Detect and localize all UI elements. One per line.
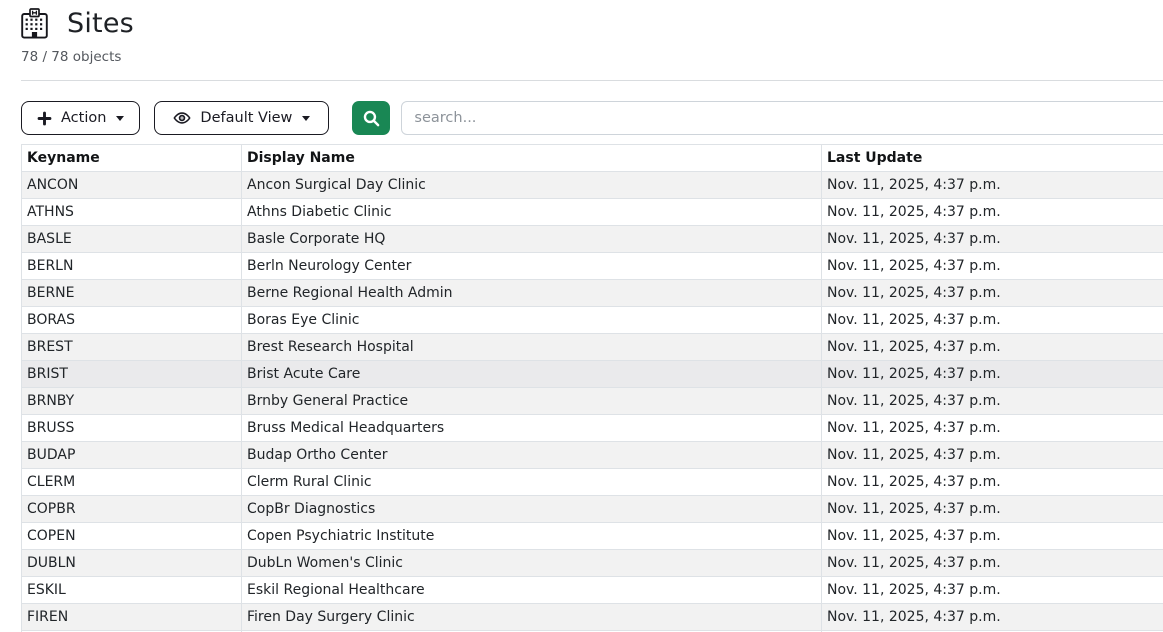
cell-last-update: Nov. 11, 2025, 4:37 p.m. bbox=[822, 415, 1163, 442]
object-count: 78 / 78 objects bbox=[21, 49, 1163, 65]
cell-display-name: Athns Diabetic Clinic bbox=[242, 199, 822, 226]
search-button[interactable] bbox=[352, 101, 390, 135]
cell-display-name: Clerm Rural Clinic bbox=[242, 469, 822, 496]
table-row[interactable]: BERLN Berln Neurology Center Nov. 11, 20… bbox=[22, 253, 1163, 280]
search-icon bbox=[362, 109, 381, 128]
column-header-last-update[interactable]: Last Update bbox=[822, 145, 1163, 172]
table-row[interactable]: ANCON Ancon Surgical Day Clinic Nov. 11,… bbox=[22, 172, 1163, 199]
cell-keyname: BRNBY bbox=[22, 388, 242, 415]
default-view-dropdown-button[interactable]: Default View bbox=[154, 101, 329, 135]
cell-keyname: BERNE bbox=[22, 280, 242, 307]
cell-keyname: BREST bbox=[22, 334, 242, 361]
chevron-down-icon bbox=[302, 116, 310, 121]
table-row[interactable]: COPEN Copen Psychiatric Institute Nov. 1… bbox=[22, 523, 1163, 550]
cell-keyname: COPBR bbox=[22, 496, 242, 523]
table-body: ANCON Ancon Surgical Day Clinic Nov. 11,… bbox=[22, 172, 1163, 632]
cell-display-name: DubLn Women's Clinic bbox=[242, 550, 822, 577]
page-header: Sites bbox=[21, 8, 1163, 39]
cell-last-update: Nov. 11, 2025, 4:37 p.m. bbox=[822, 496, 1163, 523]
sites-page: Sites 78 / 78 objects Action Default Vie… bbox=[0, 0, 1163, 632]
table-row[interactable]: COPBR CopBr Diagnostics Nov. 11, 2025, 4… bbox=[22, 496, 1163, 523]
page-title: Sites bbox=[67, 8, 134, 39]
hospital-building-icon bbox=[21, 8, 48, 39]
cell-last-update: Nov. 11, 2025, 4:37 p.m. bbox=[822, 253, 1163, 280]
cell-last-update: Nov. 11, 2025, 4:37 p.m. bbox=[822, 442, 1163, 469]
cell-last-update: Nov. 11, 2025, 4:37 p.m. bbox=[822, 361, 1163, 388]
table-row[interactable]: ESKIL Eskil Regional Healthcare Nov. 11,… bbox=[22, 577, 1163, 604]
header-divider bbox=[21, 80, 1163, 81]
action-dropdown-button[interactable]: Action bbox=[21, 101, 140, 135]
cell-last-update: Nov. 11, 2025, 4:37 p.m. bbox=[822, 577, 1163, 604]
cell-last-update: Nov. 11, 2025, 4:37 p.m. bbox=[822, 523, 1163, 550]
table-row[interactable]: BRIST Brist Acute Care Nov. 11, 2025, 4:… bbox=[22, 361, 1163, 388]
cell-keyname: BORAS bbox=[22, 307, 242, 334]
table-row[interactable]: BRNBY Brnby General Practice Nov. 11, 20… bbox=[22, 388, 1163, 415]
cell-keyname: BRUSS bbox=[22, 415, 242, 442]
cell-display-name: Brnby General Practice bbox=[242, 388, 822, 415]
chevron-down-icon bbox=[116, 116, 124, 121]
cell-display-name: Firen Day Surgery Clinic bbox=[242, 604, 822, 631]
cell-keyname: BRIST bbox=[22, 361, 242, 388]
cell-display-name: Eskil Regional Healthcare bbox=[242, 577, 822, 604]
cell-display-name: Brist Acute Care bbox=[242, 361, 822, 388]
cell-display-name: Berne Regional Health Admin bbox=[242, 280, 822, 307]
cell-display-name: CopBr Diagnostics bbox=[242, 496, 822, 523]
cell-keyname: ESKIL bbox=[22, 577, 242, 604]
cell-keyname: BUDAP bbox=[22, 442, 242, 469]
action-button-label: Action bbox=[61, 110, 106, 126]
search-input[interactable] bbox=[401, 101, 1163, 135]
cell-keyname: COPEN bbox=[22, 523, 242, 550]
table-row[interactable]: DUBLN DubLn Women's Clinic Nov. 11, 2025… bbox=[22, 550, 1163, 577]
table-row[interactable]: BRUSS Bruss Medical Headquarters Nov. 11… bbox=[22, 415, 1163, 442]
toolbar: Action Default View bbox=[21, 101, 1163, 135]
column-header-keyname[interactable]: Keyname bbox=[22, 145, 242, 172]
cell-display-name: Brest Research Hospital bbox=[242, 334, 822, 361]
table-row[interactable]: ATHNS Athns Diabetic Clinic Nov. 11, 202… bbox=[22, 199, 1163, 226]
cell-display-name: Boras Eye Clinic bbox=[242, 307, 822, 334]
cell-last-update: Nov. 11, 2025, 4:37 p.m. bbox=[822, 550, 1163, 577]
cell-keyname: ANCON bbox=[22, 172, 242, 199]
cell-display-name: Budap Ortho Center bbox=[242, 442, 822, 469]
table-row[interactable]: BORAS Boras Eye Clinic Nov. 11, 2025, 4:… bbox=[22, 307, 1163, 334]
cell-last-update: Nov. 11, 2025, 4:37 p.m. bbox=[822, 334, 1163, 361]
cell-last-update: Nov. 11, 2025, 4:37 p.m. bbox=[822, 280, 1163, 307]
cell-keyname: BERLN bbox=[22, 253, 242, 280]
cell-last-update: Nov. 11, 2025, 4:37 p.m. bbox=[822, 469, 1163, 496]
cell-keyname: CLERM bbox=[22, 469, 242, 496]
cell-keyname: FIREN bbox=[22, 604, 242, 631]
table-row[interactable]: BASLE Basle Corporate HQ Nov. 11, 2025, … bbox=[22, 226, 1163, 253]
table-header-row: Keyname Display Name Last Update bbox=[22, 145, 1163, 172]
plus-icon bbox=[37, 111, 52, 126]
table-row[interactable]: CLERM Clerm Rural Clinic Nov. 11, 2025, … bbox=[22, 469, 1163, 496]
cell-last-update: Nov. 11, 2025, 4:37 p.m. bbox=[822, 388, 1163, 415]
cell-display-name: Basle Corporate HQ bbox=[242, 226, 822, 253]
column-header-display-name[interactable]: Display Name bbox=[242, 145, 822, 172]
cell-display-name: Bruss Medical Headquarters bbox=[242, 415, 822, 442]
cell-last-update: Nov. 11, 2025, 4:37 p.m. bbox=[822, 226, 1163, 253]
cell-keyname: ATHNS bbox=[22, 199, 242, 226]
view-button-label: Default View bbox=[200, 110, 292, 126]
eye-icon bbox=[173, 109, 191, 127]
cell-display-name: Ancon Surgical Day Clinic bbox=[242, 172, 822, 199]
cell-display-name: Berln Neurology Center bbox=[242, 253, 822, 280]
table-row[interactable]: BUDAP Budap Ortho Center Nov. 11, 2025, … bbox=[22, 442, 1163, 469]
cell-keyname: BASLE bbox=[22, 226, 242, 253]
sites-table: Keyname Display Name Last Update ANCON A… bbox=[21, 144, 1163, 632]
cell-last-update: Nov. 11, 2025, 4:37 p.m. bbox=[822, 604, 1163, 631]
table-row[interactable]: BERNE Berne Regional Health Admin Nov. 1… bbox=[22, 280, 1163, 307]
cell-last-update: Nov. 11, 2025, 4:37 p.m. bbox=[822, 199, 1163, 226]
cell-last-update: Nov. 11, 2025, 4:37 p.m. bbox=[822, 172, 1163, 199]
table-row[interactable]: BREST Brest Research Hospital Nov. 11, 2… bbox=[22, 334, 1163, 361]
cell-keyname: DUBLN bbox=[22, 550, 242, 577]
cell-display-name: Copen Psychiatric Institute bbox=[242, 523, 822, 550]
cell-last-update: Nov. 11, 2025, 4:37 p.m. bbox=[822, 307, 1163, 334]
table-row[interactable]: FIREN Firen Day Surgery Clinic Nov. 11, … bbox=[22, 604, 1163, 631]
